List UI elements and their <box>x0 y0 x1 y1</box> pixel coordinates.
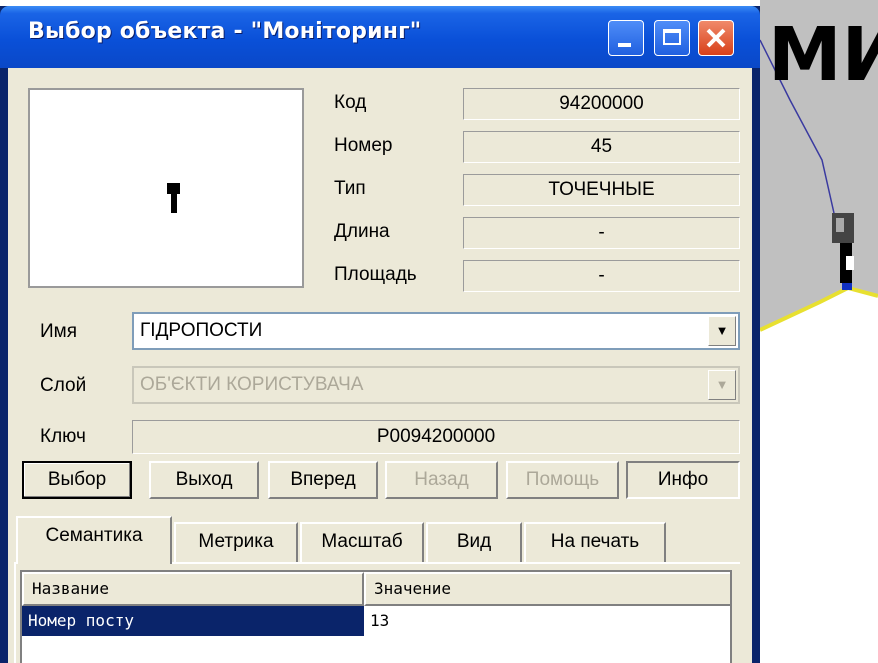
table-row-name-cell[interactable]: Номер посту <box>22 606 364 636</box>
layer-label: Слой <box>40 375 87 396</box>
title-bar[interactable]: Выбор объекта - "Моніторинг" <box>0 6 760 68</box>
tab-print[interactable]: На печать <box>524 522 666 562</box>
type-field: ТОЧЕЧНЫЕ <box>463 174 740 206</box>
select-button[interactable]: Выбор <box>22 461 132 499</box>
maximize-icon <box>663 29 681 45</box>
tab-scale[interactable]: Масштаб <box>300 522 424 562</box>
table-row-value-cell[interactable]: 13 <box>364 606 730 636</box>
code-field: 94200000 <box>463 88 740 120</box>
maximize-button[interactable] <box>654 20 690 56</box>
length-label: Длина <box>334 221 390 242</box>
column-header-name[interactable]: Название <box>22 572 364 606</box>
name-label: Имя <box>40 321 78 342</box>
minimize-icon <box>618 43 631 47</box>
object-preview <box>28 88 304 288</box>
forward-button[interactable]: Вперед <box>268 461 378 499</box>
chevron-down-icon: ▼ <box>715 323 729 338</box>
map-label-text: МИ <box>768 12 878 98</box>
type-label: Тип <box>334 178 366 199</box>
close-button[interactable] <box>698 20 734 56</box>
tab-metrics[interactable]: Метрика <box>174 522 298 562</box>
tab-semantics[interactable]: Семантика <box>16 516 172 564</box>
window-client-area: Код 94200000 Номер 45 Тип ТОЧЕЧНЫЕ Длина… <box>8 68 752 663</box>
exit-button[interactable]: Выход <box>149 461 259 499</box>
key-label: Ключ <box>40 426 86 447</box>
back-button: Назад <box>385 461 498 499</box>
tab-view[interactable]: Вид <box>426 522 522 562</box>
minimize-button[interactable] <box>608 20 644 56</box>
number-field: 45 <box>463 131 740 163</box>
column-header-value[interactable]: Значение <box>364 572 730 606</box>
number-label: Номер <box>334 135 393 156</box>
object-select-window: Выбор объекта - "Моніторинг" Код 9420000… <box>0 6 760 663</box>
hydro-post-icon <box>167 183 180 213</box>
name-combobox[interactable]: ГІДРОПОСТИ ▼ <box>132 312 740 350</box>
layer-dropdown-button: ▼ <box>708 370 736 400</box>
layer-value: ОБ'ЄКТИ КОРИСТУВАЧА <box>140 374 364 395</box>
code-label: Код <box>334 92 367 113</box>
close-icon <box>706 28 726 48</box>
help-button: Помощь <box>506 461 619 499</box>
name-dropdown-button[interactable]: ▼ <box>708 316 736 346</box>
area-field: - <box>463 260 740 292</box>
chevron-down-icon: ▼ <box>715 377 729 392</box>
layer-combobox: ОБ'ЄКТИ КОРИСТУВАЧА ▼ <box>132 366 740 404</box>
key-field: Р0094200000 <box>132 420 740 454</box>
semantics-table[interactable]: Название Значение Номер посту 13 <box>20 570 732 663</box>
length-field: - <box>463 217 740 249</box>
window-title: Выбор объекта - "Моніторинг" <box>28 19 422 44</box>
area-label: Площадь <box>334 264 417 285</box>
name-value: ГІДРОПОСТИ <box>140 320 263 341</box>
info-button[interactable]: Инфо <box>626 461 740 499</box>
